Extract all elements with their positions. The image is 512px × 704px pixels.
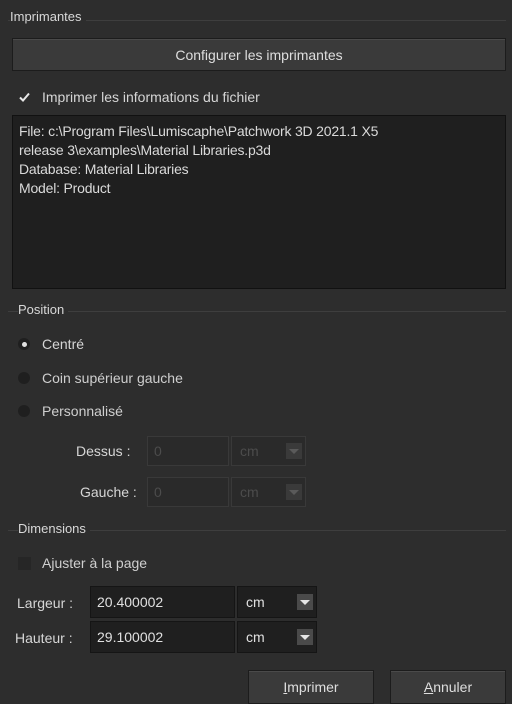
radio-button[interactable] [18, 405, 30, 417]
top-offset-unit-value: cm [240, 443, 259, 459]
width-input[interactable]: 20.400002 [90, 586, 235, 618]
top-offset-input[interactable]: 0 [147, 436, 229, 466]
cancel-label-rest: nnuler [433, 679, 473, 695]
radio-button[interactable] [18, 338, 30, 350]
chevron-down-icon[interactable] [297, 629, 313, 645]
position-group-line [8, 311, 506, 312]
checkbox-box[interactable] [18, 556, 31, 570]
printers-group-title: Imprimantes [10, 9, 86, 24]
checkmark-icon [19, 92, 30, 102]
radio-custom-label: Personnalisé [42, 403, 123, 419]
chevron-down-icon[interactable] [286, 484, 302, 500]
cancel-button[interactable]: Annuler [390, 670, 506, 704]
checkbox-box[interactable] [18, 91, 31, 104]
left-offset-unit-select[interactable]: cm [231, 477, 306, 507]
radio-top-left[interactable]: Coin supérieur gauche [18, 370, 183, 386]
width-unit-value: cm [246, 594, 265, 610]
width-label: Largeur : [17, 595, 74, 611]
print-info-checkbox[interactable]: Imprimer les informations du fichier [18, 89, 260, 105]
radio-custom[interactable]: Personnalisé [18, 403, 123, 419]
left-offset-unit-value: cm [240, 484, 259, 500]
file-info-line: Database: Material Libraries [19, 161, 189, 177]
chevron-down-icon[interactable] [297, 594, 313, 610]
left-offset-input[interactable]: 0 [147, 477, 229, 507]
fit-page-checkbox[interactable]: Ajuster à la page [18, 555, 147, 571]
print-label-rest: mprimer [287, 679, 339, 695]
radio-centered-label: Centré [42, 336, 85, 352]
configure-printers-button[interactable]: Configurer les imprimantes [12, 38, 506, 71]
radio-button[interactable] [18, 372, 30, 384]
left-offset-label: Gauche : [80, 484, 137, 500]
top-offset-unit-select[interactable]: cm [231, 436, 306, 466]
radio-centered[interactable]: Centré [18, 336, 84, 352]
position-group-title: Position [18, 302, 69, 317]
file-info-line: Model: Product [19, 180, 111, 196]
top-offset-label: Dessus : [76, 443, 131, 459]
width-unit-select[interactable]: cm [237, 586, 317, 618]
file-info-textarea[interactable]: File: c:\Program Files\Lumiscaphe\Patchw… [12, 115, 506, 289]
chevron-down-icon[interactable] [286, 443, 302, 459]
file-info-line: release 3\examples\Material Libraries.p3… [19, 142, 271, 158]
radio-top-left-label: Coin supérieur gauche [42, 370, 183, 386]
file-info-line: File: c:\Program Files\Lumiscaphe\Patchw… [19, 123, 379, 139]
print-button[interactable]: Imprimer [248, 670, 374, 704]
height-label: Hauteur : [15, 630, 73, 646]
cancel-mnemonic: A [423, 679, 434, 695]
print-info-label: Imprimer les informations du fichier [42, 89, 260, 105]
height-unit-value: cm [246, 629, 265, 645]
fit-page-label: Ajuster à la page [42, 555, 148, 571]
dimensions-group-title: Dimensions [18, 521, 90, 536]
height-input[interactable]: 29.100002 [90, 621, 235, 653]
height-unit-select[interactable]: cm [237, 621, 317, 653]
